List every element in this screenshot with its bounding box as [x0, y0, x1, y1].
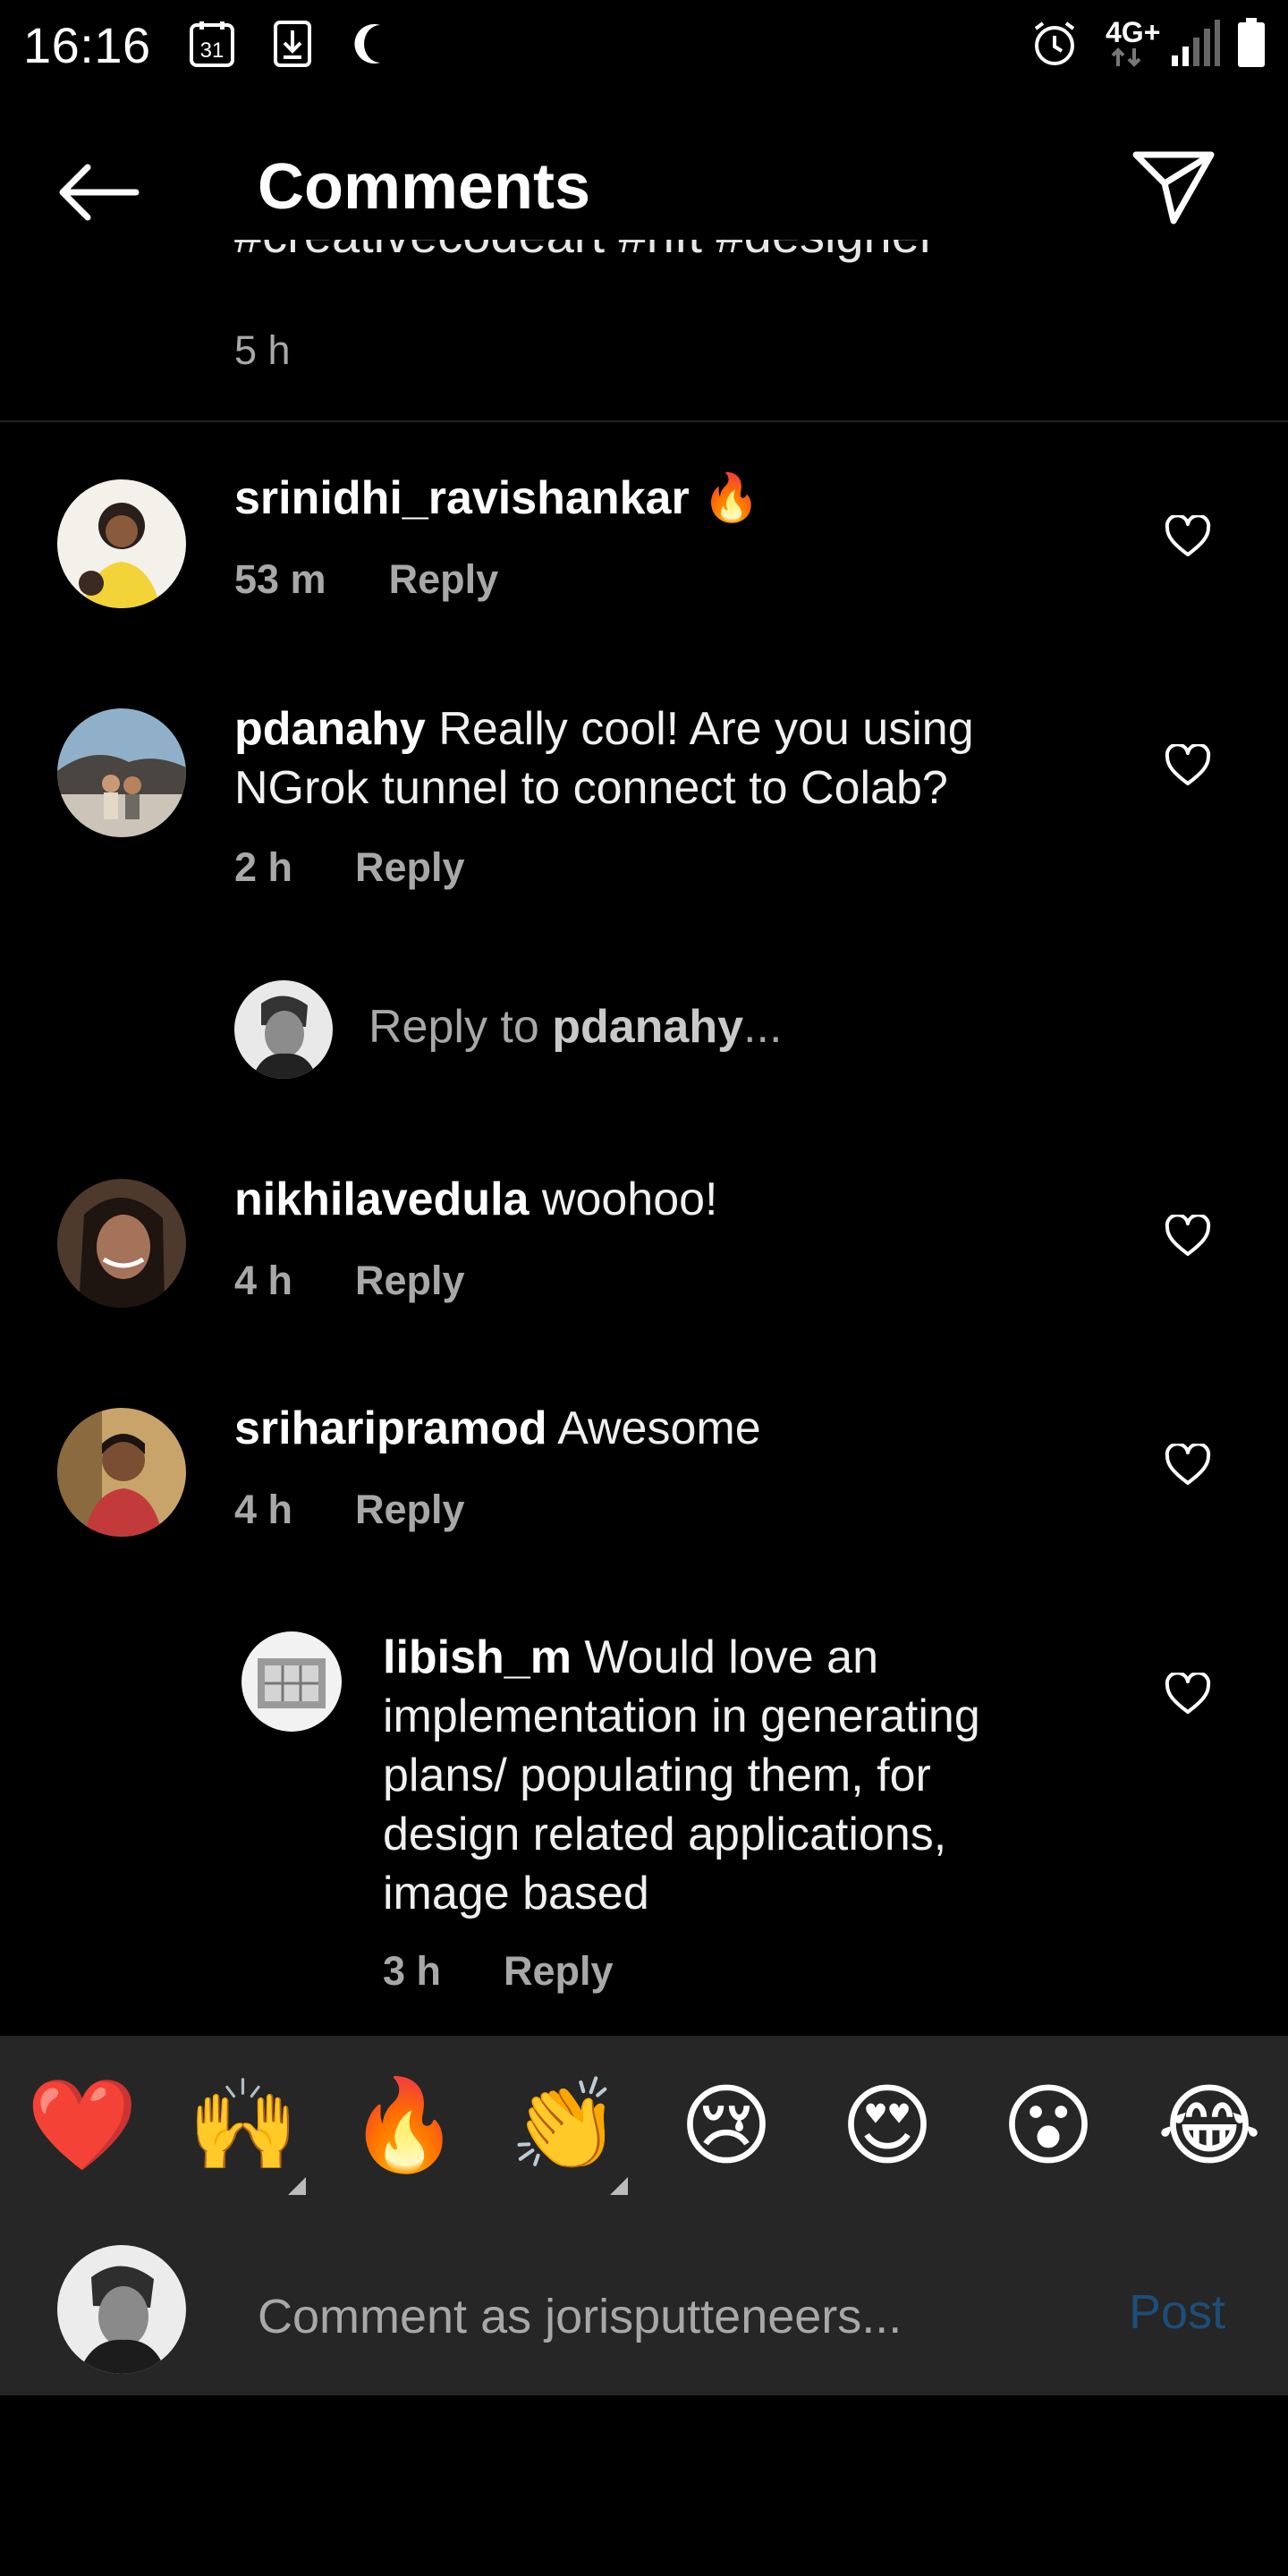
comment-username[interactable]: pdanahy	[234, 703, 426, 755]
share-button[interactable]	[1129, 143, 1218, 233]
skin-tone-indicator	[288, 2177, 306, 2195]
alarm-icon	[1030, 20, 1079, 68]
emoji-surprised[interactable]: 😮	[996, 2073, 1100, 2178]
calendar-icon: 31	[188, 20, 236, 68]
reply-button[interactable]: Reply	[355, 1487, 465, 1532]
moon-icon	[349, 20, 397, 68]
comment-text: srinidhi_ravishankar 🔥	[234, 469, 1093, 528]
comment-text: libish_m Would love an implementation in…	[383, 1628, 1080, 1923]
comment-time: 3 h	[383, 1948, 442, 1994]
heart-icon	[1165, 515, 1211, 556]
comment-text: sriharipramod Awesome	[234, 1399, 1093, 1458]
caption-time: 5 h	[234, 327, 291, 373]
reply-to-input[interactable]: Reply to pdanahy...	[369, 1000, 782, 1054]
emoji-heart[interactable]: ❤️	[27, 2072, 139, 2177]
like-button[interactable]	[1161, 1438, 1215, 1492]
arrow-left-icon	[59, 164, 140, 221]
avatar[interactable]	[57, 1408, 186, 1537]
comment-meta: 2 h Reply	[234, 844, 465, 891]
comment-meta: 4 h Reply	[234, 1487, 465, 1533]
comment-username[interactable]: nikhilavedula	[234, 1174, 529, 1225]
comment-time: 2 h	[234, 844, 293, 890]
emoji-tears-of-joy[interactable]: 😂	[1157, 2073, 1262, 2178]
comment-meta: 3 h Reply	[383, 1948, 614, 1995]
divider	[0, 420, 1288, 422]
skin-tone-indicator	[610, 2177, 628, 2195]
post-button[interactable]: Post	[1129, 2284, 1225, 2340]
battery-icon	[1236, 18, 1267, 72]
back-button[interactable]	[54, 148, 143, 237]
comment-username[interactable]: libish_m	[383, 1631, 572, 1683]
reply-button[interactable]: Reply	[504, 1948, 614, 1994]
emoji-clapping[interactable]: 👏	[510, 2072, 622, 2177]
signal-icon	[1170, 18, 1220, 72]
comment-text: pdanahy Really cool! Are you using NGrok…	[234, 699, 1093, 818]
comment-username[interactable]: srinidhi_ravishankar	[234, 472, 690, 524]
reply-button[interactable]: Reply	[355, 1258, 465, 1303]
heart-icon	[1165, 744, 1211, 785]
comment-body: Awesome	[557, 1402, 761, 1454]
page-title: Comments	[258, 151, 591, 223]
paper-plane-icon	[1132, 151, 1215, 225]
like-button[interactable]	[1161, 510, 1215, 564]
reply-prompt-prefix: Reply to	[369, 1001, 553, 1053]
like-button[interactable]	[1161, 1209, 1215, 1263]
reply-prompt-user: pdanahy	[552, 1001, 744, 1053]
avatar[interactable]	[57, 708, 186, 837]
status-time: 16:16	[23, 17, 151, 73]
like-button[interactable]	[1161, 1667, 1215, 1721]
comment-text: nikhilavedula woohoo!	[234, 1170, 1093, 1229]
comment-time: 53 m	[234, 556, 326, 602]
like-button[interactable]	[1161, 739, 1215, 792]
reply-prompt-suffix: ...	[743, 1001, 783, 1053]
avatar[interactable]	[242, 1631, 342, 1732]
download-icon	[268, 20, 317, 68]
data-arrows-icon	[1106, 47, 1150, 72]
comment-input[interactable]: Comment as jorisputteneers...	[258, 2281, 1063, 2352]
avatar	[234, 980, 333, 1079]
comment-body: woohoo!	[541, 1174, 718, 1225]
reply-button[interactable]: Reply	[355, 844, 465, 890]
emoji-raising-hands[interactable]: 🙌	[188, 2072, 300, 2177]
heart-icon	[1165, 1215, 1211, 1256]
avatar	[57, 2245, 186, 2374]
caption-fragment: #creativecodeart #nft #designer	[234, 240, 936, 295]
emoji-fire[interactable]: 🔥	[349, 2072, 461, 2177]
comment-body: 🔥	[702, 472, 760, 524]
comment-time: 4 h	[234, 1258, 293, 1303]
heart-icon	[1165, 1444, 1211, 1485]
reply-button[interactable]: Reply	[389, 556, 499, 602]
network-label: 4G+	[1106, 16, 1161, 48]
comment-time: 4 h	[234, 1487, 293, 1532]
emoji-crying[interactable]: 😢	[674, 2073, 778, 2178]
heart-icon	[1165, 1673, 1211, 1714]
comment-meta: 4 h Reply	[234, 1258, 465, 1304]
avatar[interactable]	[57, 479, 186, 608]
calendar-day: 31	[200, 38, 225, 63]
comment-username[interactable]: sriharipramod	[234, 1402, 547, 1454]
avatar[interactable]	[57, 1179, 186, 1308]
emoji-heart-eyes[interactable]: 😍	[835, 2073, 939, 2178]
comment-meta: 53 m Reply	[234, 556, 498, 603]
